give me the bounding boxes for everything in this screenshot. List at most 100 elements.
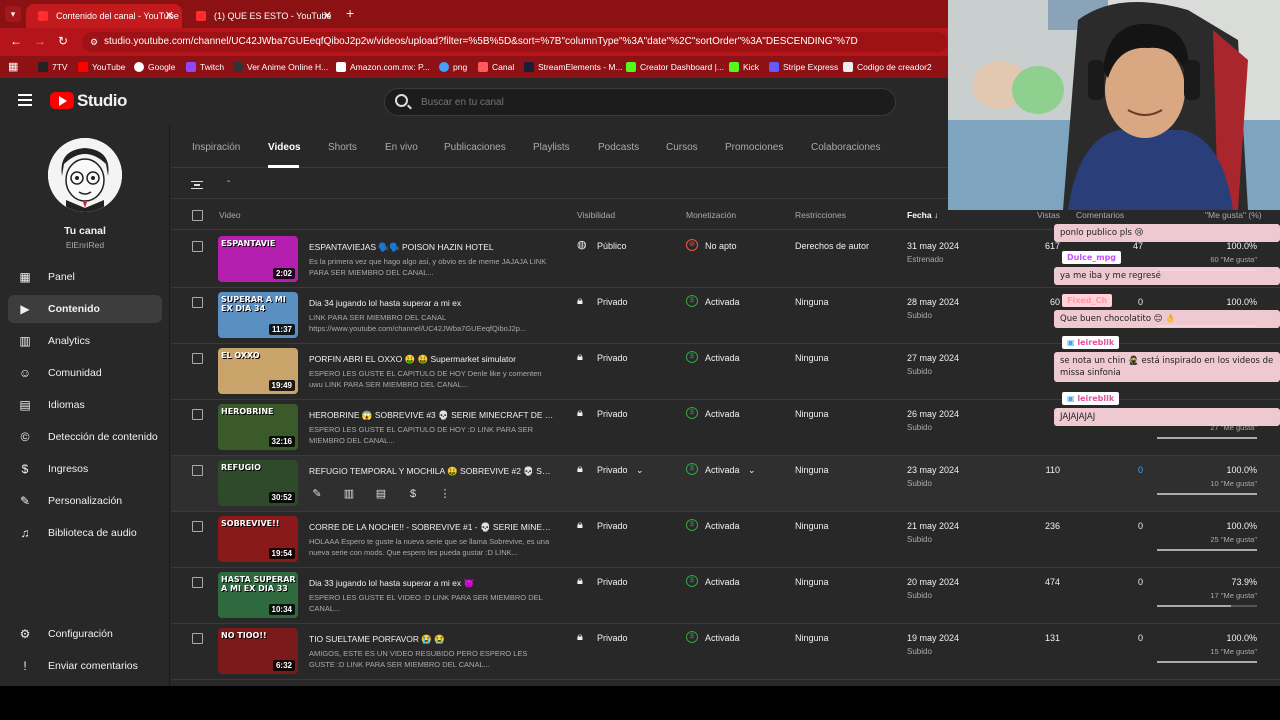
table-row[interactable]: SOBREVIVE!! 19:54 CORRE DE LA NOCHE!! - SO… xyxy=(171,512,1280,568)
bookmark-twitch[interactable]: Twitch xyxy=(186,56,224,78)
restrictions-label[interactable]: Derechos de autor xyxy=(795,241,869,251)
monetization-status[interactable]: $ Activada xyxy=(686,575,740,587)
video-title[interactable]: HEROBRINE 😱 SOBREVIVE #3 💀 SERIE MINECRA… xyxy=(309,410,554,421)
video-thumbnail[interactable]: HASTA SUPERAR A MI EX DIA 33 10:34 xyxy=(218,572,298,618)
bookmark-7tv[interactable]: 7TV xyxy=(38,56,68,78)
tab-publicaciones[interactable]: Publicaciones xyxy=(444,142,506,153)
table-row[interactable]: REFUGIO 30:52 REFUGIO TEMPORAL Y MOCHILA 🤑… xyxy=(171,456,1280,512)
video-title[interactable]: Dia 34 jugando lol hasta superar a mi ex xyxy=(309,298,554,308)
visibility-selector[interactable]: 🔒︎ Privado xyxy=(577,519,628,531)
youtube-logo-icon[interactable] xyxy=(50,92,74,109)
visibility-selector[interactable]: 🔒︎ Privado xyxy=(577,295,628,307)
row-checkbox[interactable] xyxy=(192,577,203,588)
restrictions-label[interactable]: Ninguna xyxy=(795,577,829,587)
edit-details-icon[interactable]: ✎ xyxy=(309,486,325,502)
table-row[interactable]: HASTA SUPERAR A MI EX DIA 33 10:34 Dia 33 … xyxy=(171,568,1280,624)
tab-podcasts[interactable]: Podcasts xyxy=(598,142,639,153)
row-checkbox[interactable] xyxy=(192,521,203,532)
monetization-status[interactable]: $ Activada ⌄ xyxy=(686,463,756,476)
restrictions-label[interactable]: Ninguna xyxy=(795,297,829,307)
sidebar-item-configuracion[interactable]: ⚙ Configuración xyxy=(8,620,162,648)
video-title[interactable]: REFUGIO TEMPORAL Y MOCHILA 🤑 SOBREVIVE #… xyxy=(309,466,554,477)
filter-icon[interactable] xyxy=(191,181,203,189)
restrictions-label[interactable]: Ninguna xyxy=(795,521,829,531)
tab-en-vivo[interactable]: En vivo xyxy=(385,142,418,153)
visibility-selector[interactable]: 🔒︎ Privado xyxy=(577,407,628,419)
comments-icon[interactable]: ▤ xyxy=(373,486,389,502)
forward-icon[interactable]: → xyxy=(34,34,46,48)
tab-cursos[interactable]: Cursos xyxy=(666,142,698,153)
row-checkbox[interactable] xyxy=(192,465,203,476)
sidebar-item-comunidad[interactable]: ☺ Comunidad xyxy=(8,359,162,387)
table-row[interactable]: NO TIOO!! 6:32 TIO SUELTAME PORFAVOR 😭 😭 AM… xyxy=(171,624,1280,680)
column-views[interactable]: Vistas xyxy=(1037,210,1060,220)
sidebar-item-deteccion[interactable]: © Detección de contenido xyxy=(8,423,162,451)
menu-icon[interactable] xyxy=(18,94,32,106)
bookmark-kick[interactable]: Kick xyxy=(729,56,759,78)
row-checkbox[interactable] xyxy=(192,353,203,364)
video-title[interactable]: PORFIN ABRI EL OXXO 🤑 🤑 Supermarket simu… xyxy=(309,354,554,365)
more-options-icon[interactable]: ⋮ xyxy=(437,486,453,502)
bookmark-png[interactable]: png xyxy=(439,56,467,78)
tab-search-button[interactable]: ▾ xyxy=(5,6,21,22)
video-comments[interactable]: 0 xyxy=(1138,297,1143,307)
video-thumbnail[interactable]: REFUGIO 30:52 xyxy=(218,460,298,506)
bookmark-youtube[interactable]: YouTube xyxy=(78,56,125,78)
column-date[interactable]: Fecha ↓ xyxy=(907,210,938,220)
video-comments[interactable]: 0 xyxy=(1138,633,1143,643)
sidebar-item-personalizacion[interactable]: ✎ Personalización xyxy=(8,487,162,515)
visibility-selector[interactable]: 🔒︎ Privado xyxy=(577,631,628,643)
row-checkbox[interactable] xyxy=(192,241,203,252)
video-thumbnail[interactable]: SUPERAR A MI EX DIA 34 11:37 xyxy=(218,292,298,338)
monetization-status[interactable]: $ Activada xyxy=(686,519,740,531)
row-checkbox[interactable] xyxy=(192,409,203,420)
video-comments[interactable]: 0 xyxy=(1138,521,1143,531)
sidebar-item-ingresos[interactable]: $ Ingresos xyxy=(8,455,162,483)
visibility-selector[interactable]: ◍ Público xyxy=(577,239,627,251)
video-title[interactable]: ESPANTAVIEJAS 🗣️🗣️ POISON HAZIN HOTEL xyxy=(309,242,554,253)
column-likes[interactable]: "Me gusta" (%) xyxy=(1205,210,1262,220)
monetization-status[interactable]: $ Activada xyxy=(686,407,740,419)
video-thumbnail[interactable]: HEROBRINE 32:16 xyxy=(218,404,298,450)
select-all-checkbox[interactable] xyxy=(192,210,203,221)
bookmark-stripe[interactable]: Stripe Express xyxy=(769,56,838,78)
video-title[interactable]: TIO SUELTAME PORFAVOR 😭 😭 xyxy=(309,634,554,645)
sidebar-item-idiomas[interactable]: ▤ Idiomas xyxy=(8,391,162,419)
address-bar[interactable]: ⚙ studio.youtube.com/channel/UC42JWba7GU… xyxy=(82,32,948,52)
bookmark-creator-dashboard[interactable]: Creator Dashboard |... xyxy=(626,56,724,78)
video-thumbnail[interactable]: NO TIOO!! 6:32 xyxy=(218,628,298,674)
monetization-status[interactable]: $ Activada xyxy=(686,295,740,307)
monetization-status[interactable]: $ Activada xyxy=(686,631,740,643)
studio-logo-text[interactable]: Studio xyxy=(77,91,127,111)
sidebar-item-panel[interactable]: ▦ Panel xyxy=(8,263,162,291)
channel-avatar[interactable] xyxy=(48,138,122,212)
video-comments[interactable]: 47 xyxy=(1133,241,1143,251)
bookmark-google[interactable]: Google xyxy=(134,56,175,78)
video-title[interactable]: Dia 33 jugando lol hasta superar a mi ex… xyxy=(309,578,554,589)
video-thumbnail[interactable]: EL OXXO 19:49 xyxy=(218,348,298,394)
monetization-status[interactable]: $ Activada xyxy=(686,351,740,363)
tab-promociones[interactable]: Promociones xyxy=(725,142,783,153)
sidebar-item-enviar-comentarios[interactable]: ! Enviar comentarios xyxy=(8,652,162,680)
monetization-status[interactable]: ⊘ No apto xyxy=(686,239,737,251)
video-comments[interactable]: 0 xyxy=(1138,465,1143,475)
visibility-selector[interactable]: 🔒︎ Privado xyxy=(577,351,628,363)
new-tab-button[interactable]: + xyxy=(346,5,354,21)
sidebar-item-biblioteca-audio[interactable]: ♫ Biblioteca de audio xyxy=(8,519,162,547)
sidebar-item-contenido[interactable]: ▶ Contenido xyxy=(8,295,162,323)
row-checkbox[interactable] xyxy=(192,297,203,308)
video-title[interactable]: CORRE DE LA NOCHE!! - SOBREVIVE #1 - 💀 S… xyxy=(309,522,554,533)
back-icon[interactable]: ← xyxy=(10,34,22,48)
site-info-icon[interactable]: ⚙ xyxy=(90,32,98,52)
bookmark-streamelements[interactable]: StreamElements - M... xyxy=(524,56,623,78)
channel-search[interactable] xyxy=(384,88,896,116)
bookmark-anime[interactable]: Ver Anime Online H... xyxy=(233,56,328,78)
tab-colaboraciones[interactable]: Colaboraciones xyxy=(811,142,881,153)
browser-tab-active[interactable]: Contenido del canal - YouTube ✕ xyxy=(26,4,182,28)
analytics-icon[interactable]: ▥ xyxy=(341,486,357,502)
restrictions-label[interactable]: Ninguna xyxy=(795,409,829,419)
apps-grid-icon[interactable]: ▦ xyxy=(8,60,18,73)
tab-inspiracion[interactable]: Inspiración xyxy=(192,142,240,153)
video-thumbnail[interactable]: SOBREVIVE!! 19:54 xyxy=(218,516,298,562)
restrictions-label[interactable]: Ninguna xyxy=(795,633,829,643)
